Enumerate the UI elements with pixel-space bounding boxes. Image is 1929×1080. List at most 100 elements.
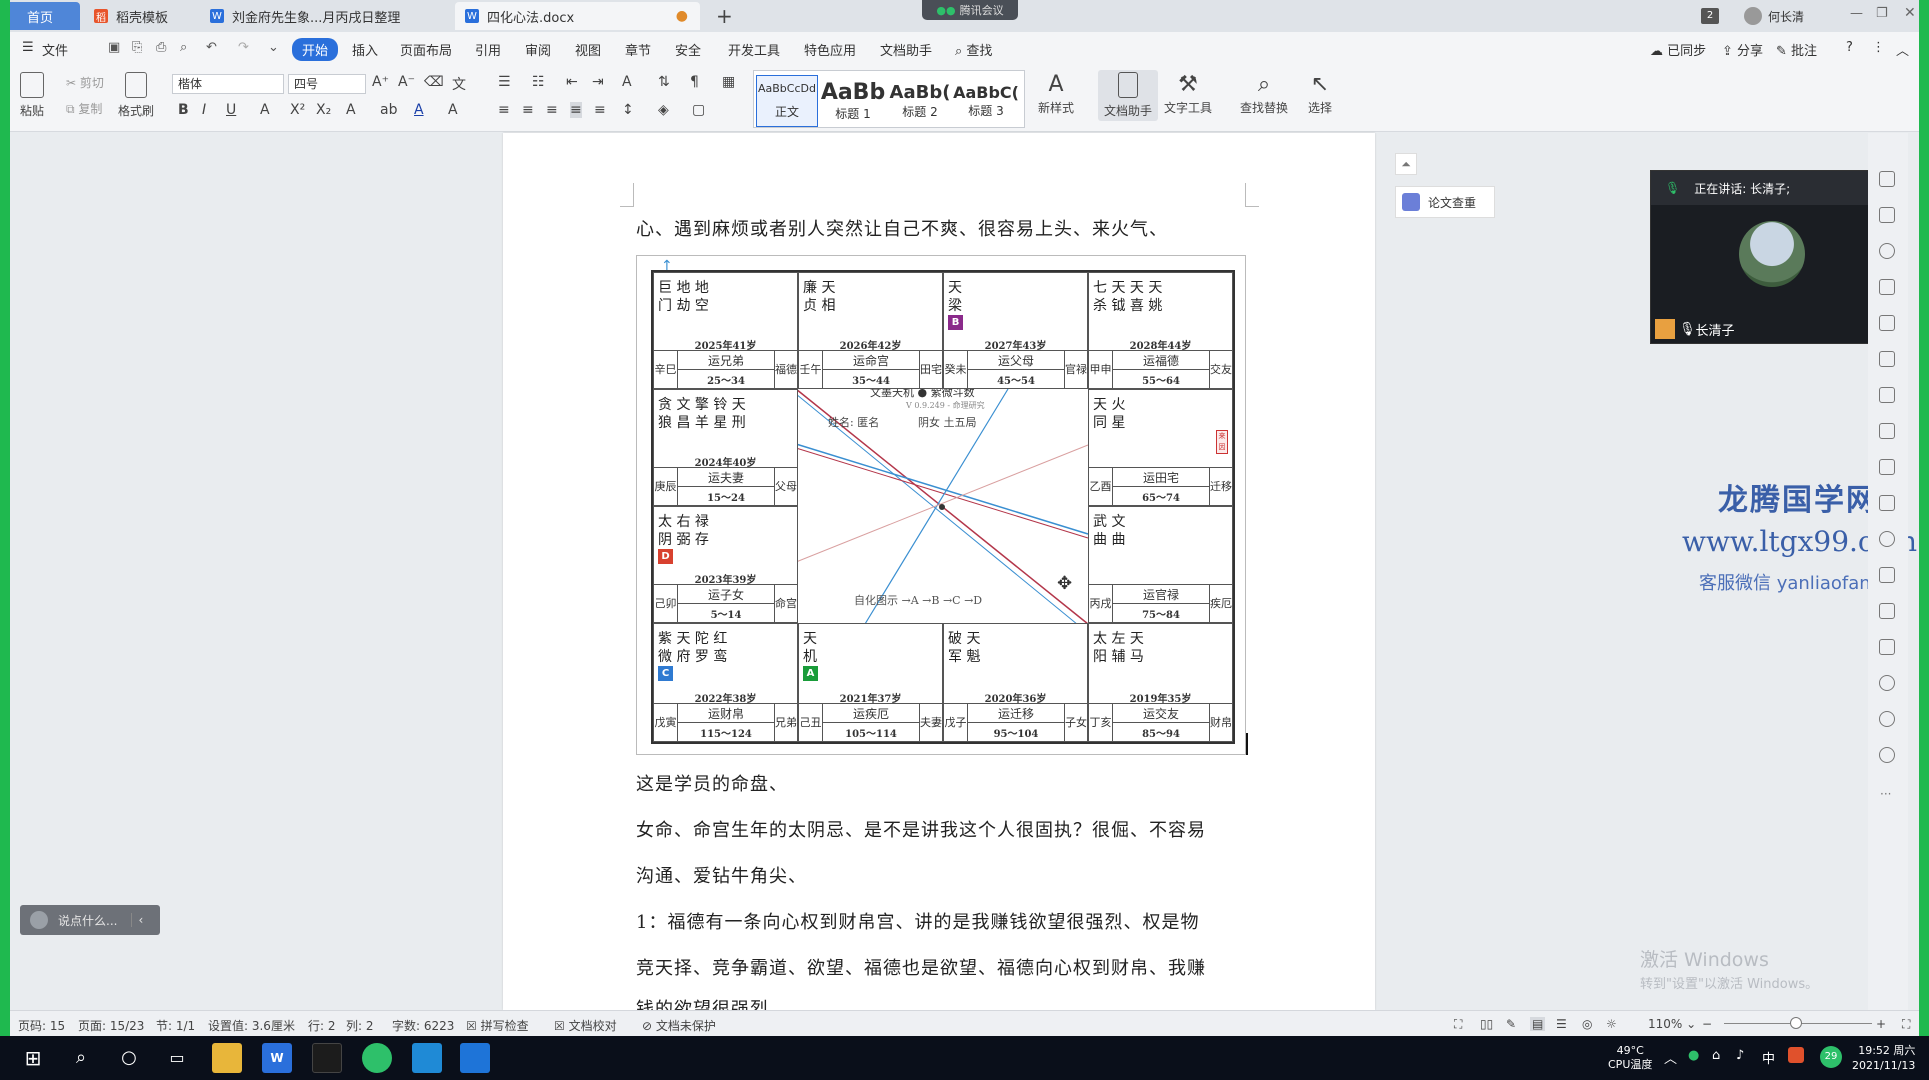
cortana-icon[interactable]: ○ (114, 1043, 144, 1073)
chart-icon[interactable] (1879, 423, 1895, 439)
sync-status[interactable]: ☁ 已同步 (1650, 40, 1706, 59)
ziwei-chart-image[interactable]: ↑ 文墨天机 ● 紫微斗数 V 0.9.249 - 命理研究 姓名: 匿名 阴女… (636, 255, 1246, 755)
hamburger-menu-icon[interactable]: ☰ (22, 40, 34, 55)
taskbar-search-icon[interactable]: ⌕ (66, 1043, 96, 1073)
menu-references[interactable]: 引用 (475, 40, 501, 59)
restore-icon[interactable]: ❐ (1876, 6, 1888, 21)
status-col[interactable]: 列: 2 (346, 1017, 374, 1034)
read-mode-icon[interactable]: ▯▯ (1480, 1017, 1493, 1031)
wps-writer-icon[interactable]: W (262, 1043, 292, 1073)
write-mode-icon[interactable]: ✎ (1506, 1017, 1516, 1031)
collapse-ribbon-icon[interactable]: ︿ (1896, 40, 1909, 59)
show-marks-icon[interactable]: ¶ (690, 74, 699, 90)
redo-icon[interactable]: ↷ (238, 40, 249, 55)
history-icon[interactable] (1879, 711, 1895, 727)
taskbar-clock[interactable]: 19:52 周六 2021/11/13 (1852, 1043, 1915, 1073)
ime-icon[interactable] (1788, 1047, 1804, 1063)
volume-icon[interactable]: ♪ (1736, 1048, 1744, 1063)
shrink-font-icon[interactable]: A⁻ (398, 74, 415, 90)
menu-developer[interactable]: 开发工具 (728, 40, 780, 59)
char-shading-icon[interactable]: A (448, 102, 458, 118)
italic-icon[interactable]: I (202, 102, 206, 118)
share-doc-icon[interactable] (1879, 567, 1895, 583)
shapes-icon[interactable] (1879, 279, 1895, 295)
style-heading1[interactable]: AaBb 标题 1 (820, 75, 886, 127)
table-icon[interactable] (1879, 351, 1895, 367)
fill-icon[interactable] (1879, 315, 1895, 331)
status-word-count[interactable]: 字数: 6223 (392, 1017, 454, 1034)
wechat-icon[interactable] (362, 1043, 392, 1073)
input-language[interactable]: 中 (1762, 1048, 1775, 1067)
menu-file[interactable]: 文件 (42, 40, 68, 59)
cut-button[interactable]: ✂ 剪切 (66, 74, 104, 91)
fullscreen-icon[interactable]: ⛶ (1454, 1017, 1462, 1032)
comment-collapse-icon[interactable]: ‹ (131, 913, 143, 927)
align-left-icon[interactable]: ≡ (498, 102, 510, 118)
photos-app-icon[interactable] (412, 1043, 442, 1073)
menu-page-layout[interactable]: 页面布局 (400, 40, 452, 59)
image-icon[interactable] (1879, 639, 1895, 655)
notification-badge[interactable]: 29 (1820, 1046, 1842, 1068)
tab-doc-sihua[interactable]: W 四化心法.docx ● (455, 2, 700, 30)
bold-icon[interactable]: B (178, 102, 189, 118)
zoom-in-icon[interactable]: + (1876, 1017, 1886, 1031)
borders-icon[interactable]: ▢ (692, 102, 705, 118)
status-row[interactable]: 行: 2 (308, 1017, 336, 1034)
text-tools-button[interactable]: ⚒ 文字工具 (1164, 72, 1212, 116)
more-icon[interactable]: ⋮ (1872, 40, 1885, 55)
copy-button[interactable]: ⧉ 复制 (66, 100, 102, 117)
panel-collapse-icon[interactable]: ⏶ (1395, 153, 1417, 175)
eye-protect-icon[interactable]: ☼ (1606, 1017, 1617, 1031)
new-tab-plus-icon[interactable]: + (716, 4, 733, 28)
align-right-icon[interactable]: ≡ (546, 102, 558, 118)
highlight-icon[interactable]: ab (380, 102, 397, 118)
help-icon[interactable]: ? (1846, 40, 1853, 55)
table-layout-icon[interactable]: ▦ (722, 74, 735, 90)
font-color-icon[interactable]: A (414, 102, 424, 118)
terminal-app-icon[interactable] (312, 1043, 342, 1073)
font-size-select[interactable]: 四号 (288, 74, 366, 94)
close-icon[interactable]: ✕ (1904, 5, 1916, 21)
numbered-list-icon[interactable]: ☷ (532, 74, 545, 90)
comment-button[interactable]: ✎ 批注 (1776, 40, 1817, 59)
select-button[interactable]: ↖ 选择 (1308, 72, 1332, 116)
underline-icon[interactable]: U (226, 102, 236, 118)
file-explorer-icon[interactable] (212, 1043, 242, 1073)
align-center-icon[interactable]: ≡ (522, 102, 534, 118)
apps-grid-icon[interactable] (1879, 387, 1895, 403)
doc-copy-icon[interactable] (1879, 495, 1895, 511)
doc-helper-button[interactable]: 文档助手 (1098, 70, 1159, 121)
style-heading3[interactable]: AaBbC(标题 3 (953, 75, 1019, 127)
proofread-toggle[interactable]: ☒ 文档校对 (554, 1017, 617, 1034)
zoom-level[interactable]: 110% ⌄ (1648, 1017, 1696, 1031)
undo-icon[interactable]: ↶ (206, 40, 217, 55)
thesis-check-button[interactable]: 论文查重 (1395, 186, 1495, 218)
windows-start-icon[interactable]: ⊞ (18, 1043, 48, 1073)
strikethrough-icon[interactable]: A (260, 102, 270, 118)
user-name[interactable]: 何长清 (1768, 8, 1804, 25)
menu-doc-assistant[interactable]: 文档助手 (880, 40, 932, 59)
menu-insert[interactable]: 插入 (352, 40, 378, 59)
chinese-layout-icon[interactable]: A (622, 74, 632, 90)
style-heading2[interactable]: AaBb(标题 2 (888, 75, 952, 127)
status-pages[interactable]: 页面: 15/23 (78, 1017, 144, 1034)
new-style-button[interactable]: A 新样式 (1038, 72, 1074, 116)
customize-dropdown-icon[interactable]: ⌄ (268, 40, 279, 55)
justify-icon[interactable]: ≡ (570, 102, 582, 118)
spell-check-toggle[interactable]: ☒ 拼写检查 (466, 1017, 529, 1034)
page-view-icon[interactable]: ▤ (1530, 1017, 1546, 1031)
phonetic-icon[interactable]: 文 (452, 74, 466, 94)
pointer-icon[interactable] (1879, 207, 1895, 223)
menu-security[interactable]: 安全 (675, 40, 701, 59)
zoom-out-icon[interactable]: − (1702, 1017, 1712, 1031)
font-family-select[interactable]: 楷体 (172, 74, 284, 94)
protect-status[interactable]: ⊘ 文档未保护 (642, 1017, 716, 1034)
subscript-icon[interactable]: X₂ (316, 102, 331, 118)
document-page[interactable]: 心、遇到麻烦或者别人突然让自己不爽、很容易上头、来火气、 ↑ 文墨天机 ● 紫微… (503, 133, 1375, 1010)
shading-icon[interactable]: ◈ (658, 102, 669, 118)
menu-chapter[interactable]: 章节 (625, 40, 651, 59)
sort-icon[interactable]: ⇅ (658, 74, 670, 90)
status-page[interactable]: 页码: 15 (18, 1017, 65, 1034)
menu-review[interactable]: 审阅 (525, 40, 551, 59)
pen-icon[interactable] (1879, 171, 1895, 187)
